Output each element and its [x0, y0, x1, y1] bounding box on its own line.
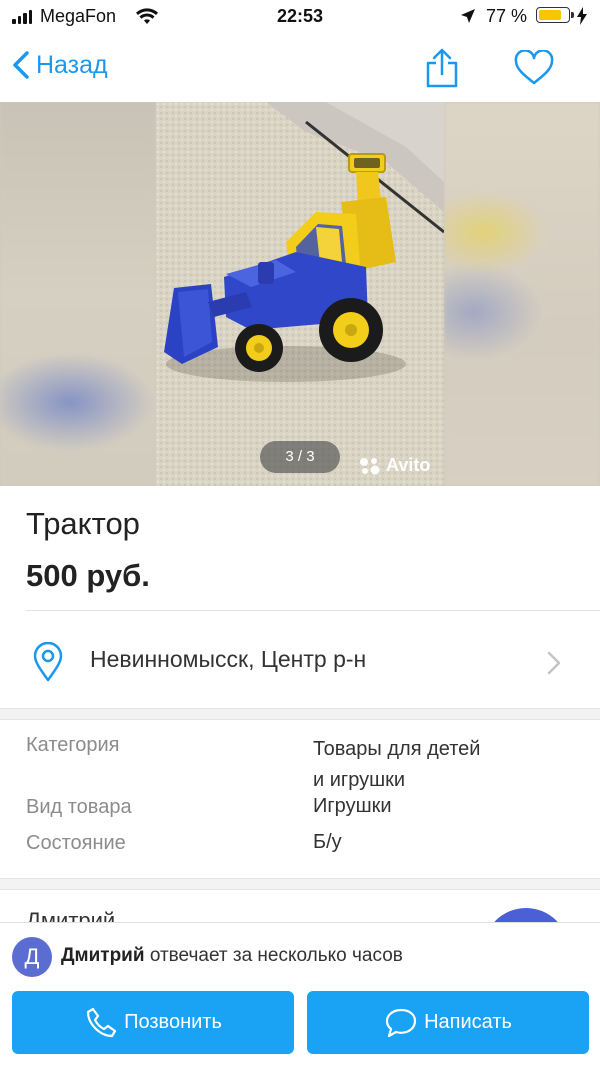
divider — [26, 610, 600, 611]
avito-logo-icon — [360, 457, 380, 474]
param-value: Игрушки — [313, 795, 392, 817]
battery-icon — [536, 7, 574, 23]
next-photo-blur — [444, 102, 600, 486]
photo-gallery[interactable]: 3 / 3 Avito — [0, 102, 600, 486]
location-row[interactable]: Невинномысск, Центр р-н — [0, 612, 600, 708]
param-value: Товары для детей и игрушки — [313, 738, 481, 791]
avito-watermark: Avito — [358, 455, 430, 476]
param-label: Категория — [26, 734, 120, 756]
contact-bar: Д Дмитрий отвечает за несколько часов По… — [0, 922, 600, 1066]
watermark-text: Avito — [386, 455, 431, 475]
chat-bubble-icon — [385, 1008, 417, 1037]
section-separator — [0, 878, 600, 890]
chevron-left-icon — [13, 51, 29, 79]
previous-photo-blur — [0, 102, 156, 486]
location-arrow-icon — [460, 8, 476, 29]
battery-percent: 77 % — [486, 6, 528, 26]
section-separator — [0, 708, 600, 720]
favorite-button[interactable] — [514, 49, 554, 91]
param-value: Б/у — [313, 831, 342, 853]
status-bar: MegaFon 22:53 77 % — [0, 0, 600, 34]
call-label: Позвонить — [124, 1011, 222, 1033]
seller-response-info: Дмитрий отвечает за несколько часов — [61, 945, 403, 967]
photo-counter: 3 / 3 — [260, 441, 340, 473]
response-time-text: отвечает за несколько часов — [144, 945, 403, 966]
message-button[interactable]: Написать — [307, 991, 589, 1054]
seller-avatar[interactable]: Д — [12, 937, 52, 977]
call-button[interactable]: Позвонить — [12, 991, 294, 1054]
listing-price: 500 руб. — [26, 558, 150, 593]
listing-title: Трактор — [26, 506, 140, 541]
param-label: Состояние — [26, 832, 126, 854]
message-label: Написать — [424, 1011, 512, 1033]
back-button[interactable]: Назад — [12, 50, 108, 80]
charging-bolt-icon — [577, 7, 587, 30]
param-label: Вид товара — [26, 796, 132, 818]
share-icon — [426, 48, 458, 88]
product-photo[interactable] — [156, 102, 444, 486]
map-pin-icon — [32, 641, 64, 687]
location-address: Невинномысск, Центр р-н — [90, 646, 367, 672]
chevron-right-icon — [546, 650, 562, 681]
nav-bar: Назад — [0, 36, 600, 100]
share-button[interactable] — [424, 48, 460, 93]
seller-name: Дмитрий — [61, 945, 145, 966]
phone-icon — [87, 1007, 117, 1037]
heart-icon — [514, 49, 554, 85]
back-label: Назад — [36, 50, 108, 79]
